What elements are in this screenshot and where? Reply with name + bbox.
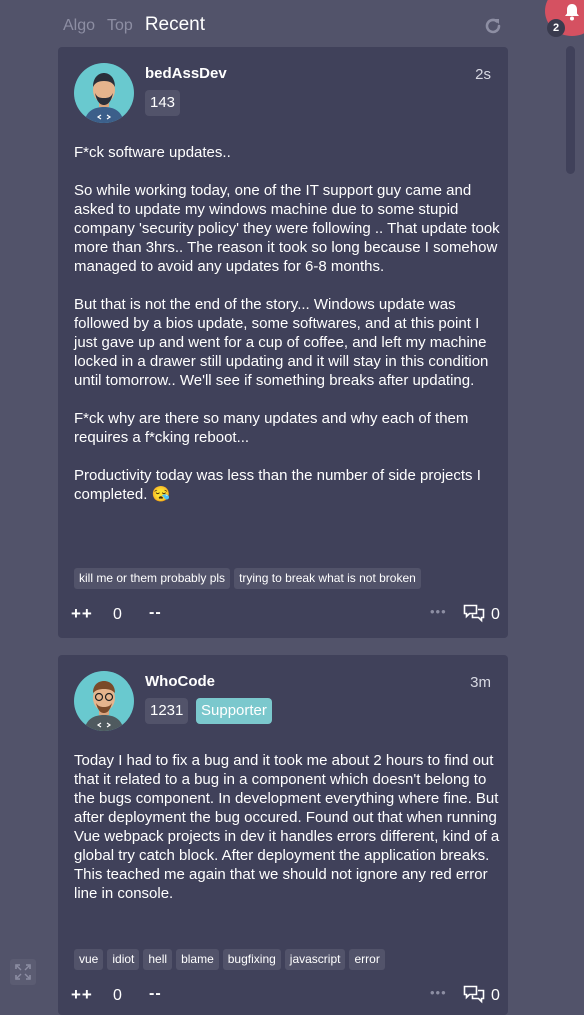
tag[interactable]: blame xyxy=(176,949,219,970)
feed-tabs: Algo Top Recent xyxy=(63,14,205,40)
rant-actions: ++ 0 -- ••• 0 xyxy=(71,604,501,628)
expand-icon xyxy=(15,964,31,980)
username[interactable]: bedAssDev xyxy=(145,65,227,82)
tag[interactable]: javascript xyxy=(284,949,346,970)
user-score-badge: 143 xyxy=(145,90,181,116)
upvote-button[interactable]: ++ xyxy=(71,604,93,624)
username[interactable]: WhoCode xyxy=(145,673,215,690)
tag[interactable]: hell xyxy=(143,949,173,970)
tab-top[interactable]: Top xyxy=(107,17,133,35)
vote-count: 0 xyxy=(113,987,122,1004)
avatar-image xyxy=(84,73,124,123)
tab-recent[interactable]: Recent xyxy=(145,14,205,36)
tag[interactable]: trying to break what is not broken xyxy=(234,568,421,589)
notification-count-badge: 2 xyxy=(547,19,565,37)
rant-text: F*ck software updates.. So while working… xyxy=(74,144,500,503)
rant-text: Today I had to fix a bug and it took me … xyxy=(74,752,504,902)
avatar-image xyxy=(84,681,124,731)
tag-list: vue idiot hell blame bugfixing javascrip… xyxy=(74,949,494,970)
bell-icon xyxy=(565,4,579,21)
comment-count: 0 xyxy=(491,987,500,1004)
upvote-button[interactable]: ++ xyxy=(71,985,93,1005)
tag[interactable]: idiot xyxy=(107,949,140,970)
refresh-icon[interactable] xyxy=(483,16,503,36)
user-score-badge: 1231 xyxy=(145,698,189,724)
post-time: 2s xyxy=(475,66,491,83)
post-time: 3m xyxy=(470,674,491,691)
more-options-icon[interactable]: ••• xyxy=(430,604,447,619)
vote-count: 0 xyxy=(113,606,122,623)
tag[interactable]: vue xyxy=(74,949,104,970)
tag[interactable]: bugfixing xyxy=(222,949,281,970)
scrollbar-thumb[interactable] xyxy=(566,46,575,174)
rant-card[interactable]: WhoCode 3m 1231 Supporter Today I had to… xyxy=(58,655,508,1015)
tag[interactable]: kill me or them probably pls xyxy=(74,568,231,589)
downvote-button[interactable]: -- xyxy=(149,985,162,1003)
more-options-icon[interactable]: ••• xyxy=(430,985,447,1000)
avatar[interactable] xyxy=(74,63,134,123)
comment-icon[interactable] xyxy=(463,604,485,624)
fullscreen-button[interactable] xyxy=(10,959,36,985)
scrollbar-track[interactable] xyxy=(566,45,575,1000)
tab-algo[interactable]: Algo xyxy=(63,17,95,35)
avatar[interactable] xyxy=(74,671,134,731)
rant-actions: ++ 0 -- ••• 0 xyxy=(71,985,501,1009)
comment-icon[interactable] xyxy=(463,985,485,1005)
downvote-button[interactable]: -- xyxy=(149,604,162,622)
comment-count: 0 xyxy=(491,606,500,623)
tag-list: kill me or them probably pls trying to b… xyxy=(74,568,494,589)
rant-card[interactable]: bedAssDev 2s 143 F*ck software updates..… xyxy=(58,47,508,638)
tag[interactable]: error xyxy=(349,949,385,970)
supporter-badge: Supporter xyxy=(196,698,272,724)
